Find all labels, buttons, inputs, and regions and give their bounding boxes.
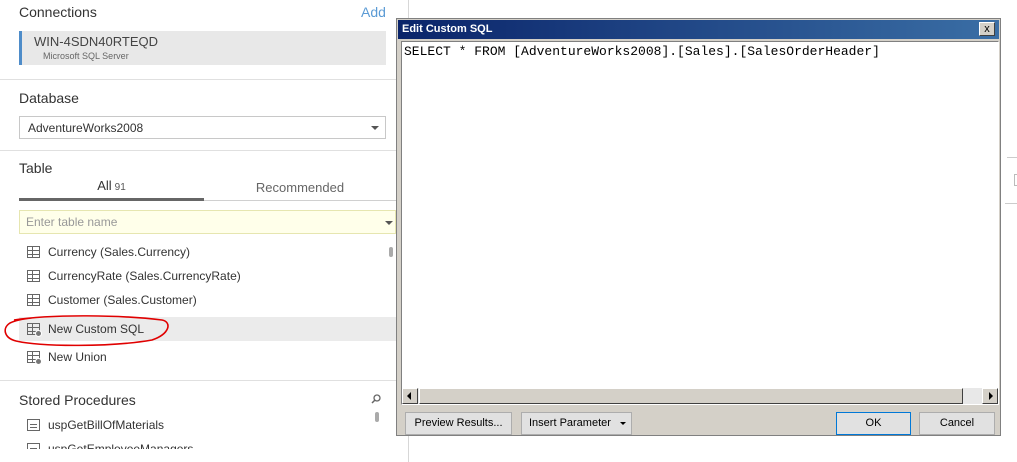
table-search-input[interactable] xyxy=(20,211,360,233)
tab-all-label: All xyxy=(97,178,112,193)
connection-item[interactable]: WIN-4SDN40RTEQD Microsoft SQL Server xyxy=(19,31,386,65)
table-item-customer[interactable]: Customer (Sales.Customer) xyxy=(19,288,396,312)
divider xyxy=(0,79,397,80)
data-source-panel: Connections Add WIN-4SDN40RTEQD Microsof… xyxy=(0,0,409,462)
cancel-button[interactable]: Cancel xyxy=(919,412,995,435)
database-value: AdventureWorks2008 xyxy=(28,121,144,135)
table-search-field[interactable] xyxy=(19,210,396,234)
add-connection-link[interactable]: Add xyxy=(361,4,386,20)
table-item-label: CurrencyRate (Sales.CurrencyRate) xyxy=(48,269,241,283)
annotation-circle xyxy=(4,315,169,347)
chevron-down-icon[interactable] xyxy=(385,221,393,225)
search-icon[interactable] xyxy=(371,394,381,404)
close-button[interactable]: x xyxy=(979,22,995,36)
table-item-new-union[interactable]: New Union xyxy=(19,345,396,369)
stored-procedure-label: uspGetEmployeeManagers xyxy=(48,442,194,449)
stored-procedure-item[interactable]: uspGetEmployeeManagers xyxy=(19,437,369,449)
tab-all-count: 91 xyxy=(114,182,126,193)
preview-results-button[interactable]: Preview Results... xyxy=(405,412,512,435)
table-title: Table xyxy=(19,160,53,176)
insert-parameter-button[interactable]: Insert Parameter xyxy=(521,412,632,435)
table-icon xyxy=(27,294,40,306)
connection-type: Microsoft SQL Server xyxy=(43,51,129,61)
dialog-title-bar[interactable]: Edit Custom SQL x xyxy=(398,20,999,39)
sql-editor[interactable]: SELECT * FROM [AdventureWorks2008].[Sale… xyxy=(401,41,999,405)
divider xyxy=(0,380,397,381)
connections-title: Connections xyxy=(19,4,97,20)
tab-all[interactable]: All 91 xyxy=(19,178,204,201)
database-title: Database xyxy=(19,90,79,106)
table-item-label: Customer (Sales.Customer) xyxy=(48,293,197,307)
procedure-icon xyxy=(27,443,40,449)
table-icon xyxy=(27,246,40,258)
divider xyxy=(0,150,397,151)
table-icon xyxy=(27,270,40,282)
dropdown-arrow-icon xyxy=(620,422,626,425)
ok-button[interactable]: OK xyxy=(836,412,911,435)
database-select[interactable]: AdventureWorks2008 xyxy=(19,116,386,139)
table-item-currency[interactable]: Currency (Sales.Currency) xyxy=(19,240,396,264)
table-item-label: Currency (Sales.Currency) xyxy=(48,245,191,259)
background-divider xyxy=(1007,157,1017,158)
chevron-down-icon xyxy=(371,126,379,130)
stored-procedure-label: uspGetBillOfMaterials xyxy=(48,418,165,432)
stored-procedures-scrollbar[interactable] xyxy=(375,412,379,422)
arrow-right-icon xyxy=(989,392,993,400)
connection-name: WIN-4SDN40RTEQD xyxy=(34,34,159,49)
stored-procedure-item[interactable]: uspGetBillOfMaterials xyxy=(19,413,369,437)
table-item-currencyrate[interactable]: CurrencyRate (Sales.CurrencyRate) xyxy=(19,264,396,288)
table-list-scrollbar[interactable] xyxy=(389,247,393,257)
background-divider xyxy=(1005,203,1017,204)
sql-text[interactable]: SELECT * FROM [AdventureWorks2008].[Sale… xyxy=(404,44,880,59)
edit-custom-sql-dialog: Edit Custom SQL x SELECT * FROM [Adventu… xyxy=(396,18,1001,436)
scrollbar-thumb[interactable] xyxy=(419,388,963,404)
procedure-icon xyxy=(27,419,40,431)
insert-parameter-label: Insert Parameter xyxy=(529,417,611,429)
horizontal-scrollbar[interactable] xyxy=(402,388,998,404)
stored-procedures-title: Stored Procedures xyxy=(19,392,136,408)
scroll-right-button[interactable] xyxy=(982,388,998,404)
tab-recommended[interactable]: Recommended xyxy=(204,180,396,201)
dialog-title: Edit Custom SQL xyxy=(402,23,493,35)
scroll-left-button[interactable] xyxy=(402,388,418,404)
table-item-label: New Union xyxy=(48,350,107,364)
union-icon xyxy=(27,351,42,365)
arrow-left-icon xyxy=(407,392,411,400)
